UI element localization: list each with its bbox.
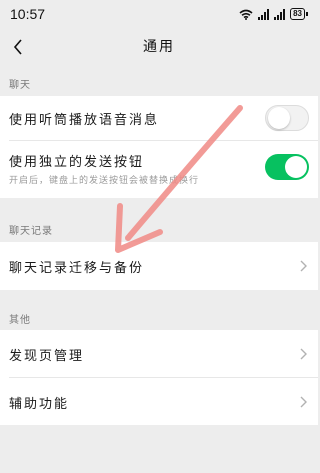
section-header-other: 其他 (9, 315, 31, 326)
section-header-chat: 聊天 (9, 80, 31, 91)
wifi-icon (239, 9, 253, 20)
chevron-right-icon (300, 348, 307, 360)
status-icons: 83 (239, 8, 308, 20)
status-time: 10:57 (10, 6, 46, 22)
page-title: 通用 (143, 39, 175, 55)
signal-icon (258, 8, 270, 20)
other-group: 发现页管理 辅助功能 (0, 330, 318, 425)
send-button-toggle[interactable] (265, 154, 309, 180)
battery-level: 83 (290, 8, 305, 20)
send-button-label: 使用独立的发送按钮 (9, 155, 145, 170)
discover-manage-label: 发现页管理 (9, 349, 85, 364)
history-group: 聊天记录迁移与备份 (0, 242, 318, 290)
chevron-right-icon (300, 396, 307, 408)
send-button-desc: 开启后，键盘上的发送按钮会被替换成换行 (9, 176, 200, 186)
chat-history-migrate-row[interactable]: 聊天记录迁移与备份 (0, 242, 318, 290)
accessibility-row[interactable]: 辅助功能 (0, 378, 318, 425)
chat-settings-group: 使用听筒播放语音消息 使用独立的发送按钮 开启后，键盘上的发送按钮会被替换成换行 (0, 96, 318, 198)
accessibility-label: 辅助功能 (9, 397, 70, 412)
battery-icon: 83 (290, 8, 308, 20)
toggle-knob (268, 107, 290, 129)
discover-manage-row[interactable]: 发现页管理 (0, 330, 318, 377)
chevron-right-icon (300, 260, 307, 272)
back-button[interactable] (4, 33, 32, 61)
listen-speaker-toggle[interactable] (265, 105, 309, 131)
signal-icon (274, 8, 286, 20)
status-bar: 10:57 83 (0, 0, 318, 28)
chat-history-migrate-label: 聊天记录迁移与备份 (9, 261, 145, 276)
back-chevron-icon (13, 39, 22, 55)
listen-speaker-row[interactable]: 使用听筒播放语音消息 (0, 96, 318, 140)
send-button-row[interactable]: 使用独立的发送按钮 开启后，键盘上的发送按钮会被替换成换行 (0, 141, 318, 198)
nav-bar: 通用 (0, 28, 318, 66)
toggle-knob (285, 156, 307, 178)
section-header-history: 聊天记录 (9, 226, 53, 237)
listen-speaker-label: 使用听筒播放语音消息 (9, 113, 160, 128)
